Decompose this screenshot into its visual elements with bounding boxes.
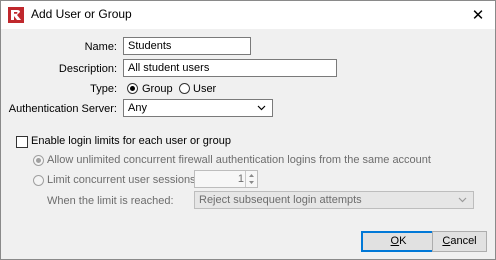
cancel-label-rest: ancel bbox=[450, 235, 477, 247]
when-reached-select[interactable]: Reject subsequent login attempts bbox=[194, 191, 474, 209]
allow-unlimited-label[interactable]: Allow unlimited concurrent firewall auth… bbox=[47, 154, 431, 166]
close-icon[interactable]: ✕ bbox=[461, 1, 495, 29]
allow-unlimited-radio[interactable] bbox=[33, 155, 44, 166]
title-bar: Add User or Group ✕ bbox=[1, 1, 495, 29]
ok-label-rest: K bbox=[399, 235, 407, 247]
spin-up-icon[interactable] bbox=[248, 172, 255, 179]
description-field[interactable] bbox=[123, 59, 337, 77]
spin-arrows bbox=[245, 171, 257, 187]
window-title: Add User or Group bbox=[31, 7, 132, 21]
type-group-label[interactable]: Group bbox=[142, 83, 173, 95]
chevron-down-icon bbox=[458, 197, 467, 203]
cancel-button[interactable]: Cancel bbox=[432, 231, 487, 252]
name-field[interactable] bbox=[123, 37, 251, 55]
auth-server-label: Authentication Server: bbox=[8, 103, 117, 115]
limit-sessions-spinbox[interactable]: 1 bbox=[194, 170, 258, 188]
limit-sessions-radio[interactable] bbox=[33, 175, 44, 186]
name-label: Name: bbox=[84, 41, 117, 53]
auth-server-value: Any bbox=[128, 102, 147, 114]
spin-down-icon[interactable] bbox=[248, 179, 255, 186]
limit-sessions-value: 1 bbox=[237, 173, 244, 185]
description-label: Description: bbox=[58, 63, 117, 75]
when-reached-label: When the limit is reached: bbox=[47, 195, 174, 207]
enable-login-limits-label[interactable]: Enable login limits for each user or gro… bbox=[31, 135, 231, 147]
chevron-down-icon bbox=[257, 105, 266, 111]
type-group-radio[interactable] bbox=[127, 83, 138, 94]
app-logo-icon bbox=[8, 7, 24, 23]
type-user-radio[interactable] bbox=[179, 83, 190, 94]
enable-login-limits-checkbox[interactable] bbox=[16, 136, 28, 148]
auth-server-select[interactable]: Any bbox=[123, 99, 273, 117]
limit-sessions-label[interactable]: Limit concurrent user sessions to bbox=[47, 174, 208, 186]
type-label: Type: bbox=[90, 83, 117, 95]
ok-accelerator: O bbox=[390, 235, 400, 247]
ok-button[interactable]: OK bbox=[361, 231, 436, 252]
type-user-label[interactable]: User bbox=[193, 83, 216, 95]
dialog-window: Add User or Group ✕ Name: Description: T… bbox=[0, 0, 496, 260]
when-reached-value: Reject subsequent login attempts bbox=[199, 194, 362, 206]
